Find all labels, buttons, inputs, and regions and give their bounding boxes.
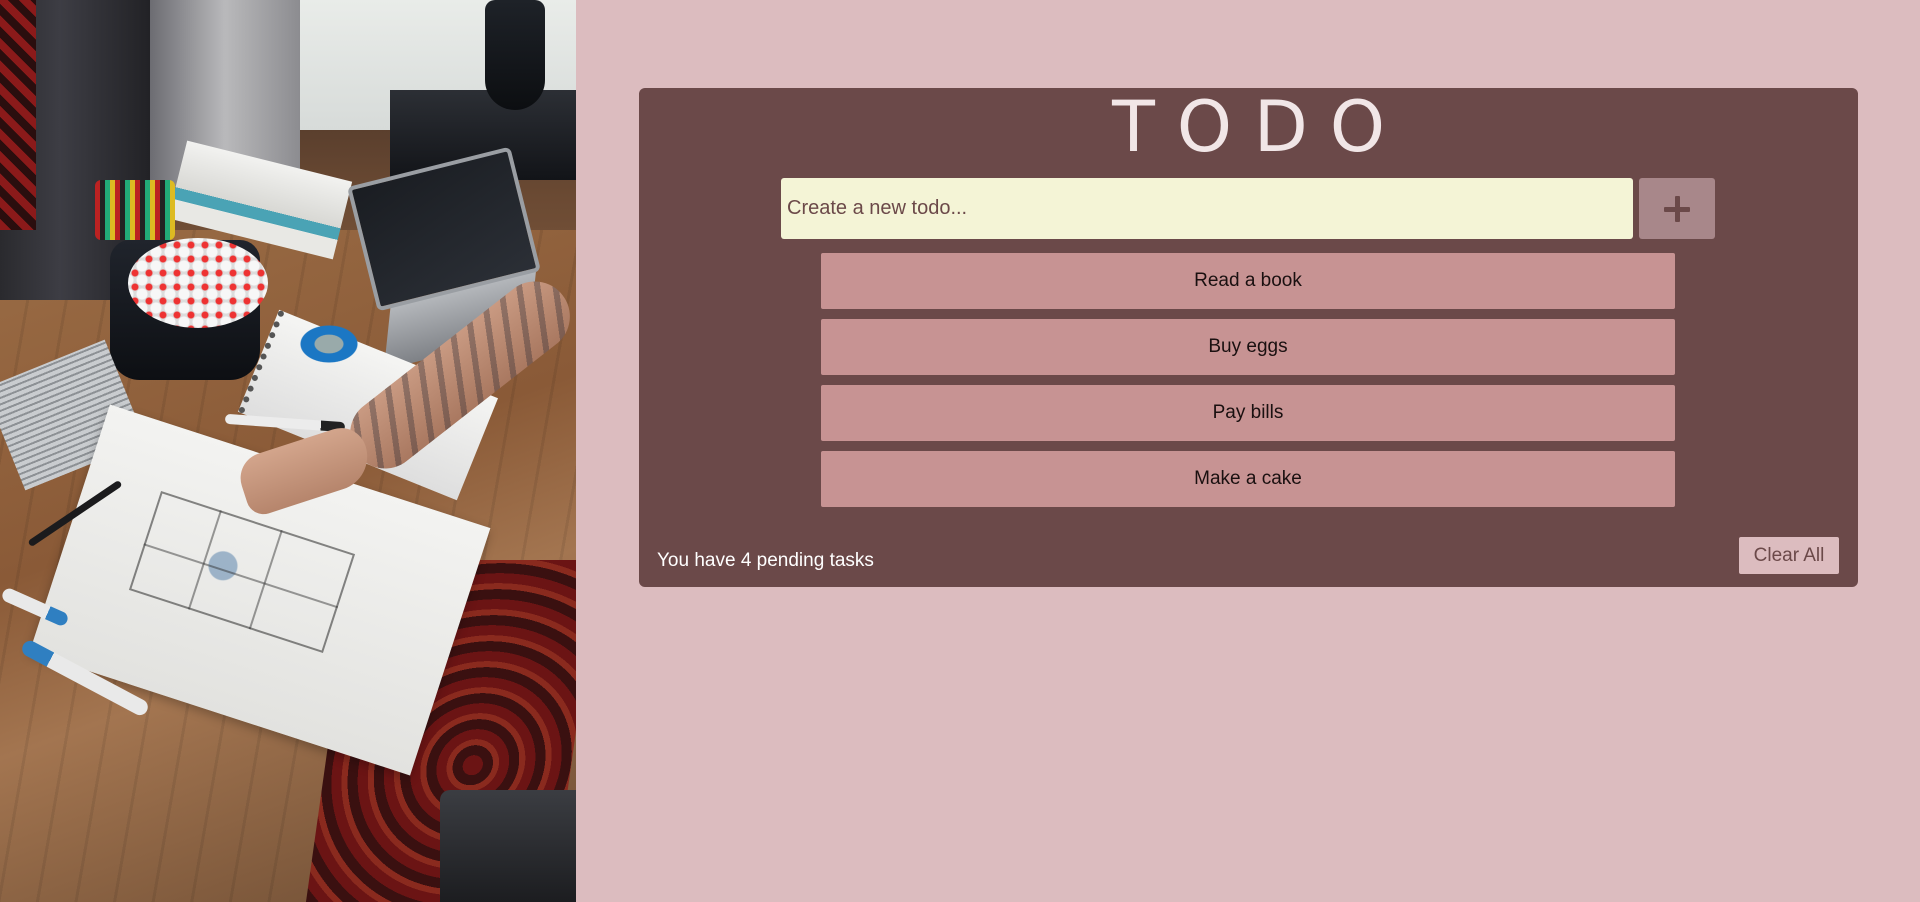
desk-workspace-photo [0, 0, 576, 902]
todo-item[interactable]: Pay bills [821, 385, 1675, 441]
app-title: TODO [1112, 86, 1407, 168]
photo-lamp [485, 0, 545, 110]
photo-pen-cup [95, 180, 175, 240]
pending-tasks-count: You have 4 pending tasks [657, 550, 874, 571]
photo-tape [292, 320, 366, 368]
todo-list: Read a book Buy eggs Pay bills Make a ca… [821, 253, 1675, 517]
photo-red-cloth [0, 0, 36, 230]
page: TODO Read a book Buy eggs Pay bills Make… [0, 0, 1920, 902]
todo-item[interactable]: Make a cake [821, 451, 1675, 507]
new-todo-input[interactable] [781, 178, 1633, 239]
todo-item[interactable]: Read a book [821, 253, 1675, 309]
photo-chair [440, 790, 576, 902]
add-todo-button[interactable] [1639, 178, 1715, 239]
todo-card: TODO Read a book Buy eggs Pay bills Make… [639, 88, 1858, 587]
plus-icon [1664, 195, 1690, 222]
clear-all-button[interactable]: Clear All [1739, 537, 1839, 574]
todo-item[interactable]: Buy eggs [821, 319, 1675, 375]
photo-marker-tops [128, 238, 268, 328]
